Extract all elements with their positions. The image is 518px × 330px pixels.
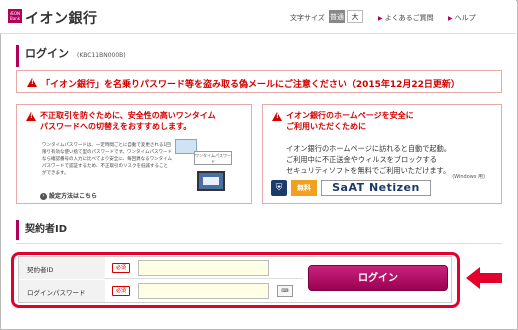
windows-note: (Windows 用) [452,174,485,180]
faq-link-label[interactable]: よくあるご質問 [385,14,434,22]
warning-icon [27,78,37,87]
password-row: ログインパスワード 必須 ⌨ [19,280,303,302]
notice-title-line: パスワードへの切替えをおすすめします。 [40,122,192,131]
warning-icon [272,112,282,121]
help-link-label[interactable]: ヘルプ [455,14,476,22]
onetime-password-notice-title: 不正取引を防ぐために、安全性の高いワンタイム パスワードへの切替えをおすすめしま… [40,110,216,132]
page-title-text: ログイン [25,47,69,60]
font-size-normal-button[interactable]: 普通 [329,10,345,23]
password-input[interactable] [138,283,269,299]
contract-id-row: 契約者ID 必須 [19,257,303,279]
contract-id-label: 契約者ID [27,266,54,274]
onetime-password-description: ワンタイムパスワードは、一定時間ごとに自動で変更される1回限り有効な使い捨て型の… [42,143,173,176]
description-line: セキュリティソフトを無料でご利用いただけます。 [286,166,451,175]
arrow-right-icon: ▶ [448,15,453,22]
onetime-password-notice: 不正取引を防ぐために、安全性の高いワンタイム パスワードへの切替えをおすすめしま… [16,104,252,204]
aeon-logo-icon[interactable]: ÆON Bank [8,9,22,23]
software-keyboard-icon[interactable]: ⌨ [277,285,293,297]
description-line: ご利用中に不正送金やウィルスをブロックする [286,155,437,164]
font-size-large-button[interactable]: 大 [347,10,363,23]
computer-illustration-icon [197,171,225,191]
required-badge: 必須 [112,263,130,273]
warning-icon [26,112,36,121]
notice-title-line: 不正取引を防ぐために、安全性の高いワンタイム [40,111,216,120]
password-label: ログインパスワード [27,289,86,297]
phishing-alert-link[interactable]: 「イオン銀行」を名乗りパスワード等を盗み取る偽メールにご注意ください（2015年… [41,77,460,90]
page-title: ログイン (KBC11BN000B) [16,45,126,67]
shield-icon: ⛨ [271,180,287,196]
notice-title-line: イオン銀行のホームページを安全に [286,111,414,120]
security-software-description: イオン銀行のホームページに訪れると自動で起動。 ご利用中に不正送金やウィルスをブ… [286,143,451,176]
setup-howto-label[interactable]: 設定方法はこちら [49,193,97,200]
notice-title-line: ご利用いただくために [286,122,366,131]
font-size-label: 文字サイズ [290,14,325,22]
faq-link[interactable]: ▶ よくあるご質問 [378,13,434,23]
onetime-password-card-icon: ワンタイムパスワード [194,151,232,165]
security-software-notice: イオン銀行のホームページを安全に ご利用いただくために イオン銀行のホームページ… [262,104,502,204]
arrow-right-icon: ▶ [378,15,383,22]
netizen-product-link[interactable]: SaAT Netizen [321,180,431,196]
divider [16,243,502,244]
help-link[interactable]: ▶ ヘルプ [448,13,476,23]
page-code: (KBC11BN000B) [77,52,126,59]
phishing-alert-banner[interactable]: 「イオン銀行」を名乗りパスワード等を盗み取る偽メールにご注意ください（2015年… [16,70,502,93]
bank-logo-text[interactable]: イオン銀行 [25,8,98,28]
required-badge: 必須 [112,286,130,296]
security-software-notice-title: イオン銀行のホームページを安全に ご利用いただくために [286,110,414,132]
free-badge: 無料 [291,180,317,196]
login-button[interactable]: ログイン [308,265,448,291]
description-line: イオン銀行のホームページに訪れると自動で起動。 [286,144,451,153]
contract-id-heading: 契約者ID [16,220,67,240]
contract-id-input[interactable] [138,260,269,276]
pointer-arrow-icon [466,267,502,289]
setup-howto-link[interactable]: › 設定方法はこちら [40,191,97,200]
arrow-circle-icon: › [40,193,47,200]
site-header: ÆON Bank イオン銀行 文字サイズ 普通 大 ▶ よくあるご質問 ▶ ヘルプ [0,0,516,34]
